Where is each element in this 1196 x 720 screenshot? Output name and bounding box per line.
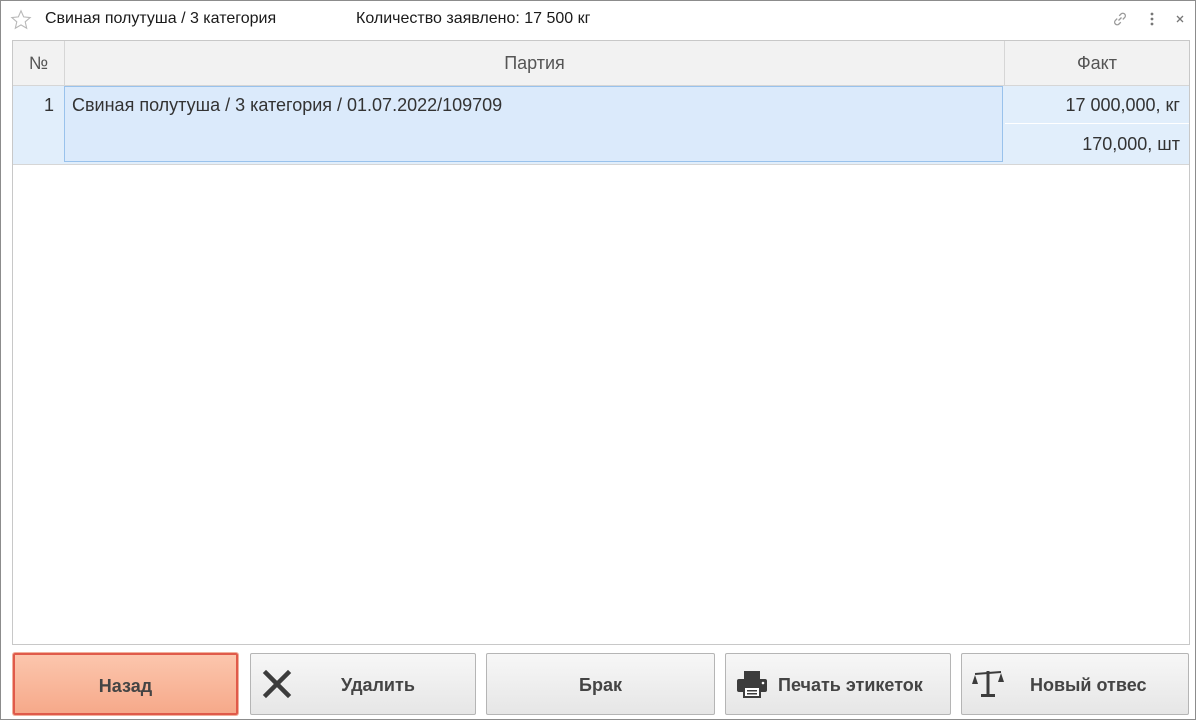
print-labels-button[interactable]: Печать этикеток xyxy=(725,653,951,715)
back-button[interactable]: Назад xyxy=(13,653,238,715)
x-icon xyxy=(262,669,292,699)
new-weighing-button[interactable]: Новый отвес xyxy=(961,653,1189,715)
form-window: Свиная полутуша / 3 категория Количество… xyxy=(0,0,1196,720)
new-weighing-button-label: Новый отвес xyxy=(1030,675,1147,695)
column-header-party[interactable]: Партия xyxy=(65,41,1005,85)
more-icon[interactable] xyxy=(1143,10,1161,28)
table-header: № Партия Факт xyxy=(13,41,1189,86)
row-fact-pieces[interactable]: 170,000, шт xyxy=(1005,125,1189,164)
star-icon[interactable] xyxy=(10,9,32,31)
window-title: Свиная полутуша / 3 категория xyxy=(45,10,277,27)
title-bar: Свиная полутуша / 3 категория Количество… xyxy=(1,1,1195,37)
declared-quantity: Количество заявлено: 17 500 кг xyxy=(356,10,591,27)
close-icon[interactable] xyxy=(1171,10,1189,28)
column-header-fact[interactable]: Факт xyxy=(1005,41,1189,85)
row-party-cell[interactable]: Свиная полутуша / 3 категория / 01.07.20… xyxy=(64,86,1003,162)
link-icon[interactable] xyxy=(1111,10,1129,28)
table-row[interactable]: 1 Свиная полутуша / 3 категория / 01.07.… xyxy=(13,86,1189,165)
column-header-number[interactable]: № xyxy=(13,41,65,85)
back-button-label: Назад xyxy=(98,676,153,696)
defect-button[interactable]: Брак xyxy=(486,653,715,715)
party-table: № Партия Факт 1 Свиная полутуша / 3 кате… xyxy=(12,40,1190,645)
printer-icon xyxy=(737,671,767,698)
row-number: 1 xyxy=(43,95,54,115)
delete-button-label: Удалить xyxy=(341,675,415,695)
scales-icon xyxy=(972,671,1004,697)
row-fact-weight[interactable]: 17 000,000, кг xyxy=(1005,86,1189,124)
defect-button-label: Брак xyxy=(579,675,622,695)
delete-button[interactable]: Удалить xyxy=(250,653,476,715)
print-labels-button-label: Печать этикеток xyxy=(778,675,923,695)
